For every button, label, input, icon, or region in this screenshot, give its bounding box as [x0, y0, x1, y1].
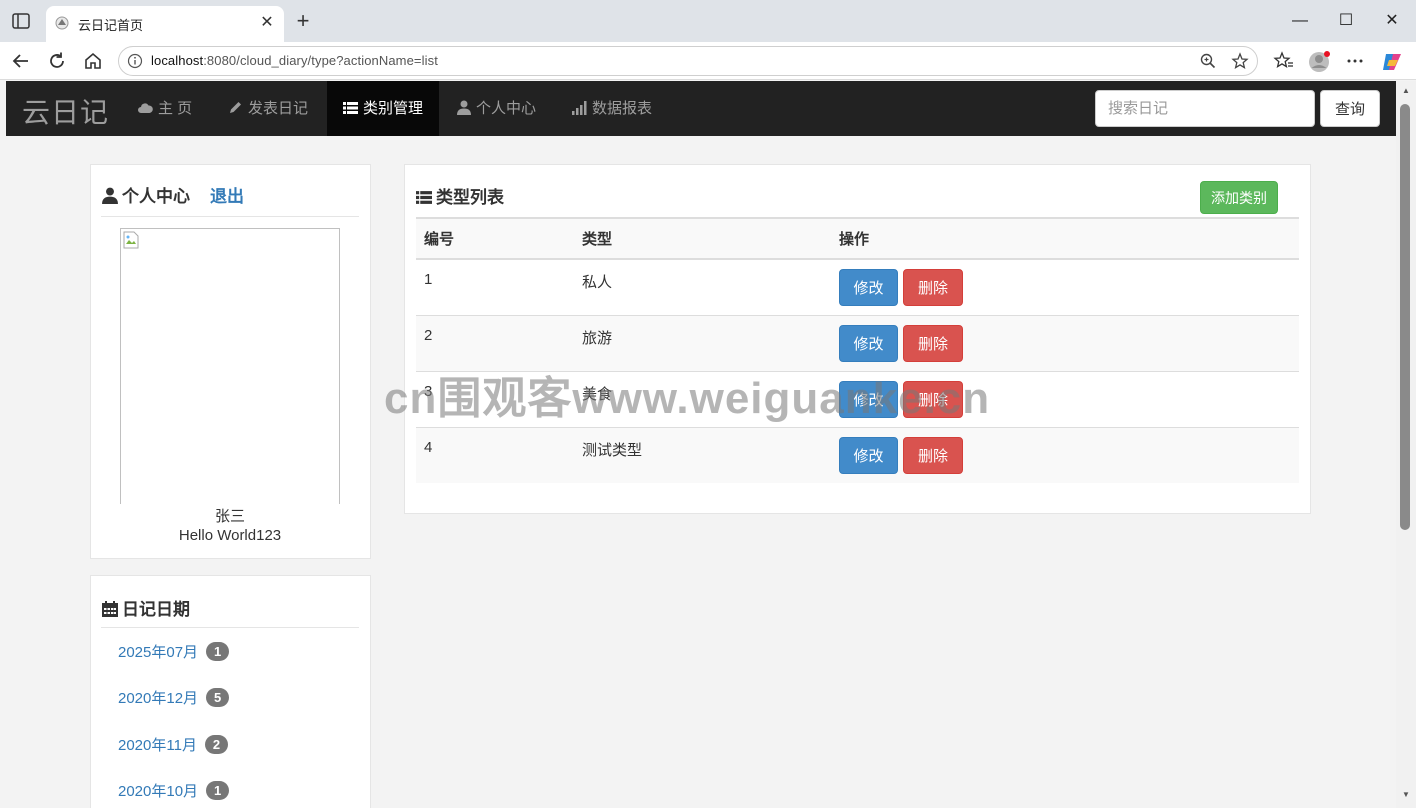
type-list-panel: 类型列表 添加类别 编号 类型 操作 1 私人 修改 删除 2 旅游 修改 删除 3	[404, 164, 1311, 514]
type-id: 4	[416, 427, 574, 483]
back-button[interactable]	[10, 50, 32, 72]
count-badge: 1	[206, 642, 230, 661]
table-row: 4 测试类型 修改 删除	[416, 427, 1299, 483]
cloud-icon	[138, 103, 153, 113]
dates-divider	[101, 627, 359, 628]
date-item[interactable]: 2020年12月 5	[118, 687, 230, 708]
count-badge: 1	[206, 781, 230, 800]
address-bar: localhost:8080/cloud_diary/type?actionNa…	[0, 42, 1416, 80]
delete-button[interactable]: 删除	[903, 436, 963, 474]
scroll-down-icon[interactable]: ▼	[1400, 790, 1412, 800]
table-row: 3 美食 修改 删除	[416, 371, 1299, 428]
nav-item-personal-center[interactable]: 个人中心	[441, 81, 552, 136]
list-icon	[416, 191, 432, 204]
type-name: 私人	[574, 259, 831, 316]
list-icon	[343, 102, 358, 114]
diary-dates-panel: 日记日期 2025年07月 1 2020年12月 5 2020年11月 2 2020年…	[90, 575, 371, 808]
table-header-row: 编号 类型 操作	[416, 217, 1299, 260]
zoom-icon[interactable]	[1199, 52, 1217, 70]
type-list-heading: 类型列表	[416, 183, 504, 208]
maximize-button[interactable]: ☐	[1334, 10, 1358, 32]
new-tab-button[interactable]: +	[292, 10, 314, 32]
edit-button[interactable]: 修改	[839, 269, 898, 306]
signal-icon	[572, 101, 587, 115]
broken-image-icon	[123, 231, 139, 249]
tab-title: 云日记首页	[78, 18, 144, 33]
copilot-icon[interactable]	[1380, 50, 1404, 72]
profile-divider	[101, 216, 359, 217]
favicon-icon	[54, 15, 70, 31]
table-row: 1 私人 修改 删除	[416, 259, 1299, 316]
url-text: localhost:8080/cloud_diary/type?actionNa…	[151, 53, 438, 68]
scrollbar-thumb[interactable]	[1400, 104, 1410, 530]
pencil-icon	[230, 102, 241, 113]
edit-button[interactable]: 修改	[839, 380, 898, 418]
calendar-icon	[102, 601, 118, 617]
tab-actions-icon[interactable]	[10, 11, 32, 31]
nav-item-home[interactable]: 主 页	[121, 81, 208, 136]
user-icon	[457, 100, 471, 115]
column-header-type: 类型	[574, 217, 831, 260]
app-navbar: 云日记 主 页 发表日记 类别管理 个人中心 数据报表 查询	[6, 81, 1396, 136]
user-icon	[102, 187, 118, 204]
table-row: 2 旅游 修改 删除	[416, 315, 1299, 372]
edit-button[interactable]: 修改	[839, 324, 898, 362]
search-button[interactable]: 查询	[1320, 90, 1380, 127]
date-item[interactable]: 2020年11月 2	[118, 734, 228, 755]
browser-tab[interactable]: 云日记首页 ✕	[46, 6, 284, 42]
site-info-icon[interactable]	[127, 53, 143, 69]
browser-tab-bar: 云日记首页 ✕ + — ☐ ✕	[0, 0, 1416, 42]
count-badge: 2	[204, 735, 228, 754]
nav-item-data-report[interactable]: 数据报表	[556, 81, 668, 136]
more-options-icon[interactable]	[1343, 50, 1367, 72]
scroll-up-icon[interactable]: ▲	[1400, 86, 1412, 96]
avatar	[120, 228, 340, 504]
tab-close-icon[interactable]: ✕	[258, 14, 276, 32]
count-badge: 5	[206, 688, 230, 707]
reload-button[interactable]	[46, 50, 68, 72]
profile-panel: 个人中心 退出 张三 Hello World123	[90, 164, 371, 559]
type-table: 编号 类型 操作 1 私人 修改 删除 2 旅游 修改 删除 3 美食 修改 删除	[416, 217, 1299, 483]
nav-item-type-manage[interactable]: 类别管理	[327, 81, 440, 136]
profile-heading: 个人中心 退出	[102, 182, 244, 207]
brand-logo[interactable]: 云日记	[22, 91, 109, 131]
user-name: 张三	[214, 508, 245, 525]
date-item[interactable]: 2020年10月 1	[118, 780, 230, 801]
column-header-id: 编号	[416, 217, 574, 260]
home-icon	[85, 52, 101, 69]
type-name: 测试类型	[574, 427, 831, 483]
delete-button[interactable]: 删除	[903, 269, 963, 306]
add-type-button[interactable]: 添加类别	[1200, 181, 1278, 214]
url-input[interactable]: localhost:8080/cloud_diary/type?actionNa…	[118, 46, 1258, 76]
delete-button[interactable]: 删除	[903, 380, 963, 418]
reload-icon	[50, 52, 64, 68]
type-id: 1	[416, 259, 574, 316]
user-signature: Hello World123	[178, 527, 282, 544]
nav-item-post-diary[interactable]: 发表日记	[212, 81, 324, 136]
column-header-actions: 操作	[831, 217, 1299, 260]
type-id: 3	[416, 371, 574, 428]
diary-search-input[interactable]	[1095, 90, 1315, 127]
home-button[interactable]	[82, 50, 104, 72]
type-name: 美食	[574, 371, 831, 428]
type-name: 旅游	[574, 315, 831, 372]
logout-link[interactable]: 退出	[210, 187, 244, 206]
dates-heading: 日记日期	[102, 595, 190, 620]
minimize-button[interactable]: —	[1288, 10, 1312, 32]
edit-button[interactable]: 修改	[839, 436, 898, 474]
back-arrow-icon	[12, 54, 28, 68]
type-id: 2	[416, 315, 574, 372]
favorite-star-icon[interactable]	[1231, 52, 1249, 70]
profile-avatar-icon[interactable]	[1307, 50, 1331, 72]
date-item[interactable]: 2025年07月 1	[118, 641, 230, 662]
favorites-icon[interactable]	[1272, 50, 1296, 72]
close-window-button[interactable]: ✕	[1380, 10, 1404, 32]
delete-button[interactable]: 删除	[903, 324, 963, 362]
